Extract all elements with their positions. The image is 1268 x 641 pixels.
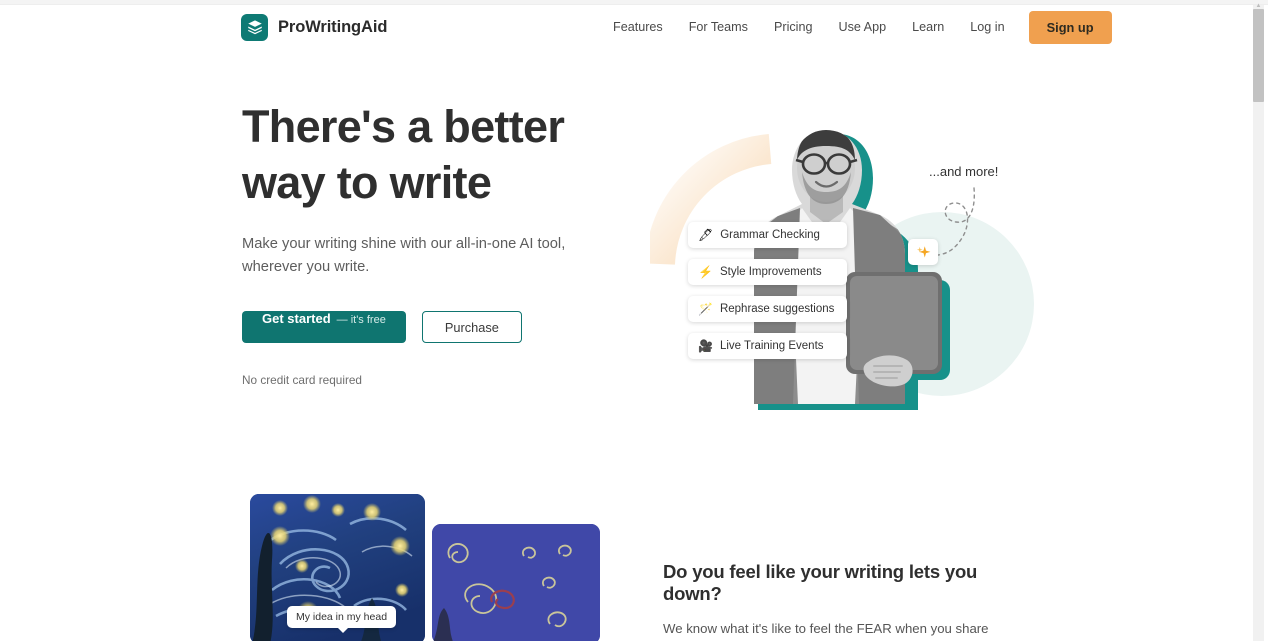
magic-wand-icon: 🪄 xyxy=(698,302,713,316)
nav-link-learn[interactable]: Learn xyxy=(899,14,957,40)
hero-illustration: ...and more! 🖋 Grammar Checking ⚡ Style … xyxy=(650,104,1050,439)
hero-title-line-1: There's a better xyxy=(242,101,565,152)
hero-subtitle-line-1: Make your writing shine with our all-in-… xyxy=(242,236,566,252)
no-credit-card-note: No credit card required xyxy=(242,373,362,387)
feature-pill-grammar-checking[interactable]: 🖋 Grammar Checking xyxy=(688,222,848,248)
nav-link-log-in[interactable]: Log in xyxy=(957,14,1017,40)
page-scrollbar[interactable]: ▲ xyxy=(1253,3,1264,641)
feature-pill-live-training-events[interactable]: 🎥 Live Training Events xyxy=(688,333,848,359)
feature-pill-rephrase-suggestions[interactable]: 🪄 Rephrase suggestions xyxy=(688,296,848,322)
nav-link-features[interactable]: Features xyxy=(600,14,676,40)
nav-link-pricing[interactable]: Pricing xyxy=(761,14,826,40)
hero-copy: There's a better way to write Make your … xyxy=(242,99,602,387)
feature-pill-label: Live Training Events xyxy=(719,340,824,352)
my-idea-tooltip: My idea in my head xyxy=(287,606,397,633)
lower-copy: Do you feel like your writing lets you d… xyxy=(663,561,1013,641)
sparkle-icon xyxy=(908,239,938,265)
get-started-sublabel: — it's free xyxy=(336,314,386,326)
lower-body-line-1: We know what it's like to feel the FEAR … xyxy=(663,621,989,636)
crude-drawing-image xyxy=(432,524,600,641)
and-more-label: ...and more! xyxy=(929,164,999,179)
hero-subtitle: Make your writing shine with our all-in-… xyxy=(242,233,572,279)
lower-section-body: We know what it's like to feel the FEAR … xyxy=(663,618,1013,641)
idea-vs-reality-illustration: My idea in my head xyxy=(242,494,602,641)
hero-cta-group: Get started — it's free Purchase xyxy=(242,311,602,343)
feature-pill-list: 🖋 Grammar Checking ⚡ Style Improvements … xyxy=(688,222,848,359)
lower-section: My idea in my head Do you feel like your… xyxy=(0,449,1253,641)
sign-up-button[interactable]: Sign up xyxy=(1028,10,1112,44)
feature-pill-label: Rephrase suggestions xyxy=(719,303,835,315)
feature-pill-style-improvements[interactable]: ⚡ Style Improvements xyxy=(688,259,848,285)
feature-pill-label: Style Improvements xyxy=(719,266,822,278)
nav-link-use-app[interactable]: Use App xyxy=(825,14,899,40)
hero-subtitle-line-2: wherever you write. xyxy=(242,259,370,275)
scroll-up-arrow-icon[interactable]: ▲ xyxy=(1255,3,1262,9)
hero-section: There's a better way to write Make your … xyxy=(0,49,1253,449)
quill-pen-icon: 🖋 xyxy=(698,228,714,242)
hero-title: There's a better way to write xyxy=(242,99,602,211)
brand-name: ProWritingAid xyxy=(278,17,388,36)
get-started-label: Get started xyxy=(262,311,331,326)
main-navigation: Features For Teams Pricing Use App Learn… xyxy=(600,10,1112,44)
get-started-button[interactable]: Get started — it's free xyxy=(242,311,406,343)
feature-pill-label: Grammar Checking xyxy=(720,229,820,241)
scrollbar-thumb[interactable]: ▲ xyxy=(1253,3,1264,102)
lower-section-title: Do you feel like your writing lets you d… xyxy=(663,561,978,604)
site-header: ProWritingAid Features For Teams Pricing… xyxy=(0,5,1253,49)
movie-camera-icon: 🎥 xyxy=(698,339,713,353)
nav-link-for-teams[interactable]: For Teams xyxy=(676,14,761,40)
lightning-bolt-icon: ⚡ xyxy=(698,265,713,279)
stacked-pages-logo-icon xyxy=(241,13,268,41)
hero-title-line-2: way to write xyxy=(242,157,492,208)
purchase-button[interactable]: Purchase xyxy=(421,311,522,343)
page-root: ProWritingAid Features For Teams Pricing… xyxy=(0,0,1268,641)
brand-logo-link[interactable]: ProWritingAid xyxy=(241,13,388,41)
